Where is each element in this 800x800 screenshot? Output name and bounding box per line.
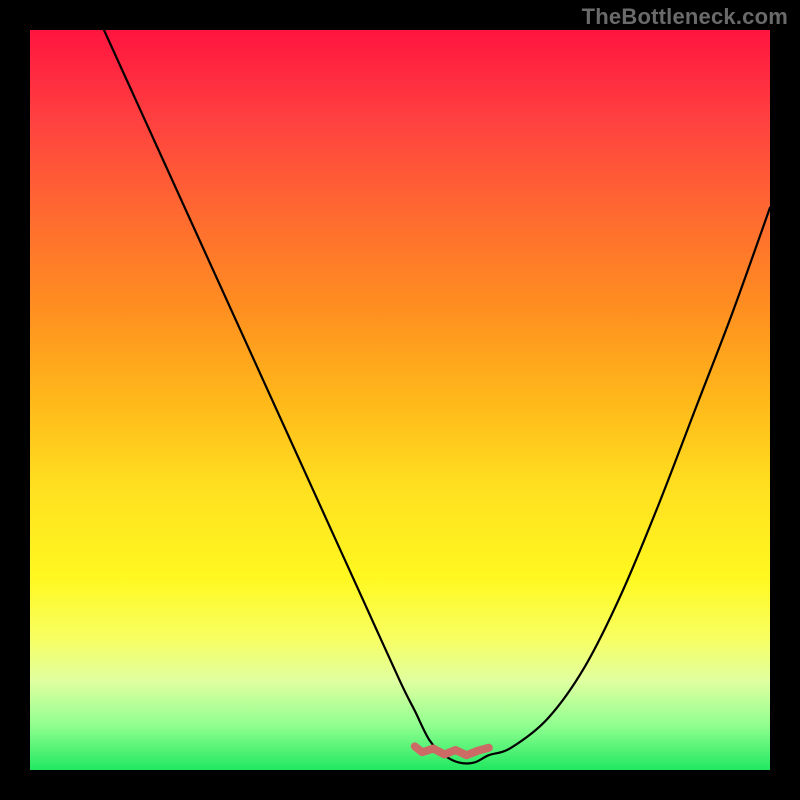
chart-plot-area xyxy=(30,30,770,770)
bottleneck-curve xyxy=(104,30,770,764)
chart-frame: TheBottleneck.com xyxy=(0,0,800,800)
bottleneck-floor-segment xyxy=(415,746,489,755)
watermark-label: TheBottleneck.com xyxy=(582,4,788,30)
chart-curve-layer xyxy=(30,30,770,770)
